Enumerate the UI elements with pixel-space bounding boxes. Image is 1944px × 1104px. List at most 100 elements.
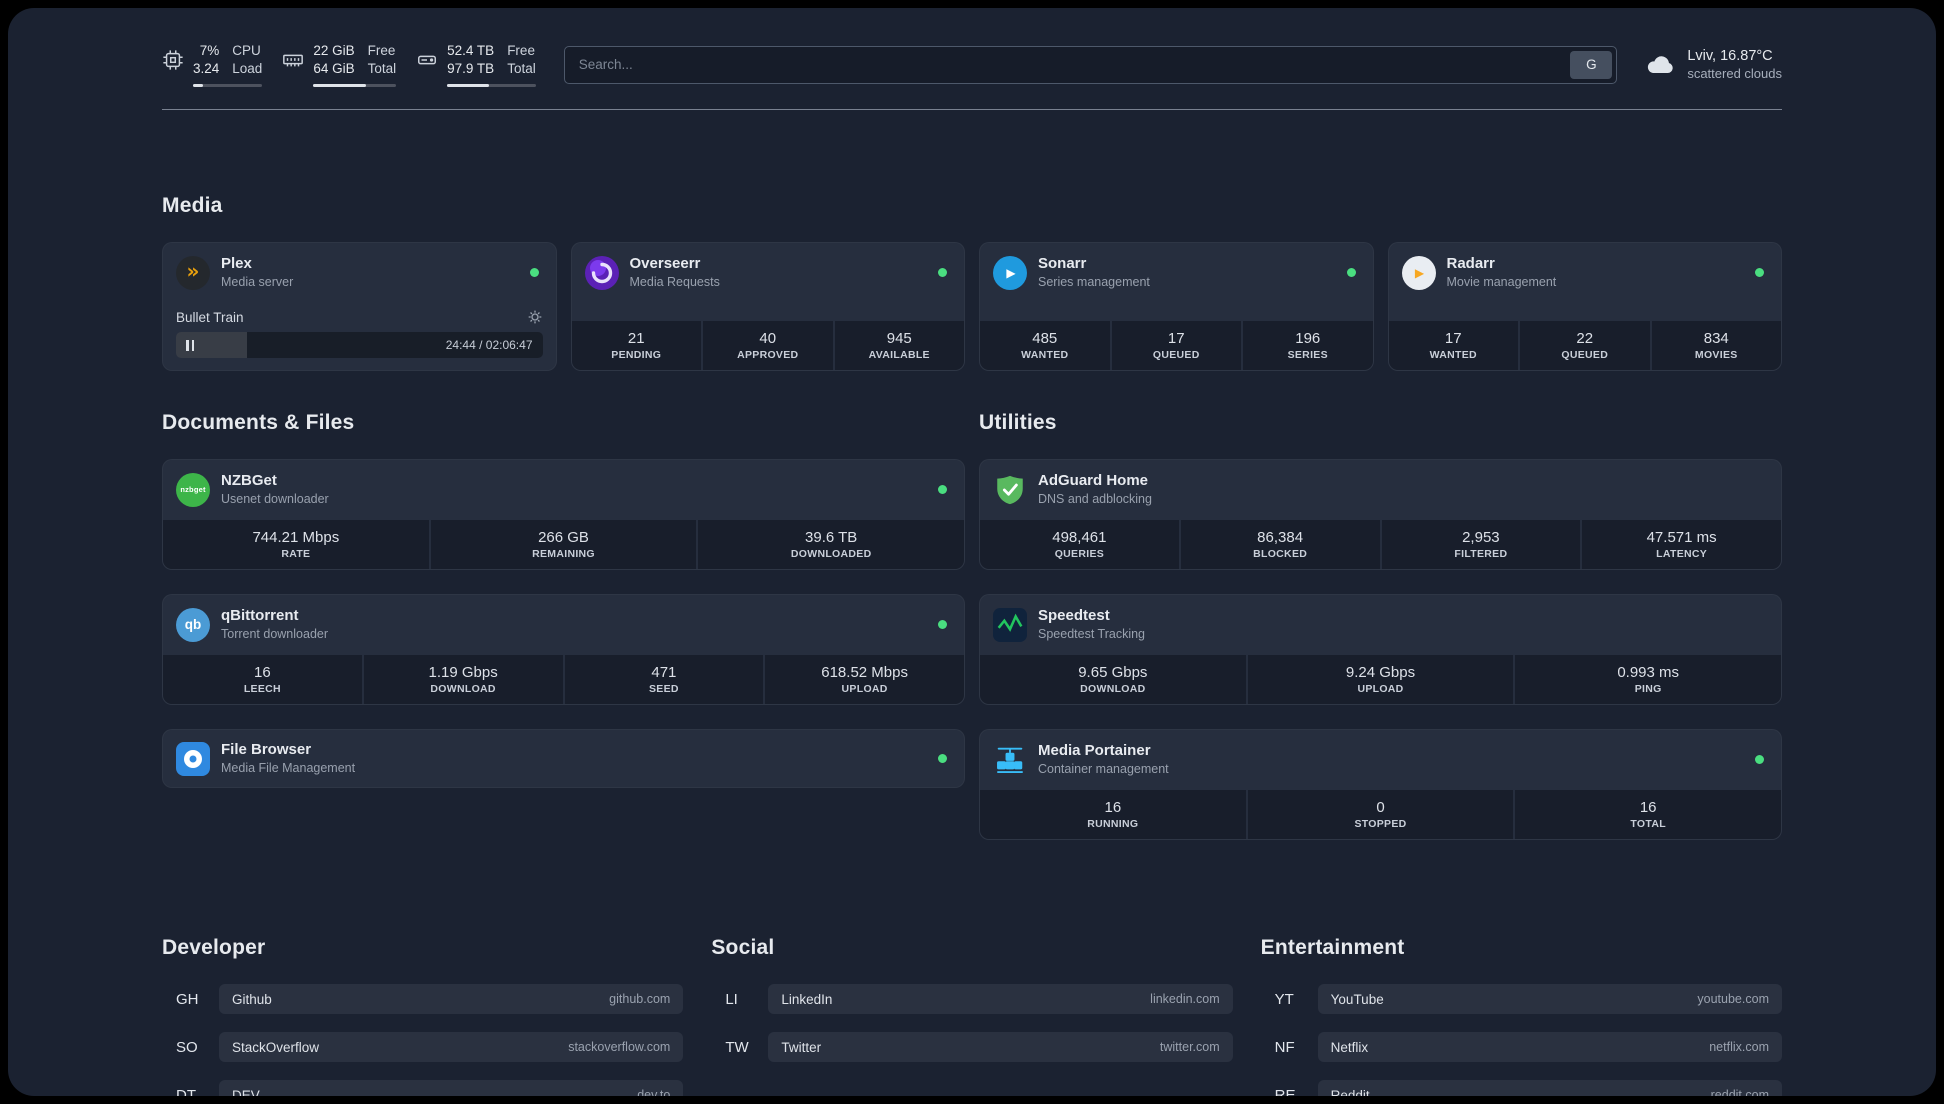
- stat: 21 PENDING: [571, 320, 701, 371]
- service-card-plex[interactable]: » Plex Media server Bullet Train 24:44 /…: [162, 242, 557, 372]
- service-card-adguard[interactable]: AdGuard Home DNS and adblocking 498,461 …: [979, 459, 1782, 571]
- pause-icon[interactable]: [186, 339, 194, 351]
- service-name: Radarr: [1446, 255, 1495, 273]
- bookmark-domain: netflix.com: [1709, 1040, 1769, 1055]
- section-title-utilities: Utilities: [979, 411, 1057, 435]
- bookmark-group-entertainment: Entertainment YT YouTube youtube.com NF …: [1261, 936, 1782, 1096]
- search-input[interactable]: [564, 46, 1567, 83]
- cpu-load: 3.24: [193, 60, 220, 76]
- service-card-sonarr[interactable]: ▶ Sonarr Series management 485 WANTED 17…: [979, 242, 1374, 372]
- stat: 2,953 FILTERED: [1381, 519, 1581, 570]
- now-playing-title: Bullet Train: [176, 309, 244, 325]
- bookmark-abbr: RE: [1274, 1086, 1296, 1096]
- service-name: Media Portainer: [1038, 742, 1151, 760]
- service-subtitle: Usenet downloader: [221, 491, 329, 506]
- section-title-social: Social: [711, 936, 775, 960]
- bookmark-group-developer: Developer GH Github github.com SO StackO…: [162, 936, 684, 1096]
- cpu-percent: 7%: [199, 43, 220, 58]
- cpu-usage-bar: [193, 84, 263, 88]
- service-subtitle: Media server: [221, 274, 294, 289]
- radarr-icon: ▶: [1401, 255, 1436, 290]
- search-provider-button[interactable]: G: [1570, 50, 1613, 79]
- disk-usage-bar: [447, 84, 536, 88]
- bookmark-netflix[interactable]: NF Netflix netflix.com: [1261, 1032, 1782, 1063]
- nzbget-icon: nzbget: [176, 472, 210, 507]
- service-card-nzbget[interactable]: nzbget NZBGet Usenet downloader 744.21 M…: [162, 459, 965, 571]
- status-dot: [938, 268, 947, 278]
- dashboard: 7% 3.24 CPU Load 22 GiB 64 GiB Free Tota…: [8, 8, 1936, 1096]
- bookmark-dev[interactable]: DT DEV dev.to: [162, 1080, 684, 1096]
- bookmark-domain: twitter.com: [1159, 1040, 1220, 1055]
- service-card-qbittorrent[interactable]: qb qBittorrent Torrent downloader 16 LEE…: [162, 594, 965, 706]
- stat: 485 WANTED: [980, 320, 1110, 371]
- status-dot: [1346, 268, 1356, 278]
- memory-usage-bar: [313, 84, 397, 88]
- stat: 16 TOTAL: [1515, 789, 1781, 840]
- bookmark-name: DEV: [232, 1087, 260, 1096]
- stat: 618.52 Mbps UPLOAD: [765, 654, 964, 705]
- stat: 17 QUEUED: [1111, 320, 1241, 371]
- stat: 9.65 Gbps DOWNLOAD: [980, 654, 1246, 705]
- stat: 196 SERIES: [1243, 320, 1373, 371]
- bookmark-twitter[interactable]: TW Twitter twitter.com: [711, 1032, 1233, 1063]
- service-card-overseerr[interactable]: Overseerr Media Requests 21 PENDING 40 A…: [570, 242, 965, 372]
- playback-time: 24:44 / 02:06:47: [445, 338, 533, 353]
- bookmark-reddit[interactable]: RE Reddit reddit.com: [1261, 1080, 1782, 1096]
- stat: 498,461 QUERIES: [980, 519, 1179, 570]
- speedtest-icon: [993, 607, 1027, 642]
- stat: 834 MOVIES: [1651, 320, 1781, 371]
- gear-icon[interactable]: [527, 309, 543, 325]
- disk-widget: 52.4 TB 97.9 TB Free Total: [416, 42, 536, 88]
- service-card-radarr[interactable]: ▶ Radarr Movie management 17 WANTED 22 Q…: [1387, 242, 1782, 372]
- filebrowser-icon: [176, 741, 210, 776]
- status-dot: [938, 485, 947, 495]
- service-name: Speedtest: [1038, 607, 1110, 625]
- memory-icon: [282, 49, 304, 71]
- cpu-icon: [162, 49, 184, 71]
- memory-label-1: Free: [367, 43, 396, 58]
- stat: 40 APPROVED: [703, 320, 833, 371]
- bookmark-domain: github.com: [609, 992, 671, 1007]
- service-card-filebrowser[interactable]: File Browser Media File Management: [162, 729, 965, 789]
- stat: 9.24 Gbps UPLOAD: [1247, 654, 1514, 705]
- bookmark-name: LinkedIn: [781, 991, 833, 1007]
- stat: 39.6 TB DOWNLOADED: [698, 519, 964, 570]
- bookmark-name: Github: [232, 991, 272, 1007]
- disk-usage-fill: [447, 84, 489, 88]
- disk-label-2: Total: [507, 60, 536, 76]
- service-card-speedtest[interactable]: Speedtest Speedtest Tracking 9.65 Gbps D…: [979, 594, 1782, 706]
- section-title-documents: Documents & Files: [162, 411, 355, 435]
- section-utilities: Utilities AdGuard Home DNS and adblockin…: [979, 411, 1782, 864]
- overseerr-icon: [584, 255, 619, 290]
- bookmark-youtube[interactable]: YT YouTube youtube.com: [1261, 984, 1782, 1015]
- stat: 0 STOPPED: [1247, 789, 1514, 840]
- bookmark-abbr: LI: [725, 990, 738, 1008]
- service-card-portainer[interactable]: Media Portainer Container management 16 …: [979, 729, 1782, 841]
- bookmark-name: Twitter: [781, 1039, 822, 1055]
- stat: 471 SEED: [564, 654, 764, 705]
- service-subtitle: Media Requests: [629, 274, 720, 289]
- bookmark-name: Reddit: [1330, 1087, 1370, 1096]
- service-name: NZBGet: [221, 472, 277, 490]
- bookmark-github[interactable]: GH Github github.com: [162, 984, 684, 1015]
- playback-progress-bar[interactable]: 24:44 / 02:06:47: [176, 332, 543, 359]
- search-bar: G: [563, 45, 1618, 84]
- service-subtitle: Speedtest Tracking: [1038, 626, 1146, 641]
- bookmark-linkedin[interactable]: LI LinkedIn linkedin.com: [711, 984, 1233, 1015]
- portainer-icon: [993, 743, 1027, 777]
- cpu-usage-fill: [193, 84, 204, 88]
- bookmark-abbr: NF: [1274, 1038, 1295, 1056]
- weather-widget: Lviv, 16.87°C scattered clouds: [1645, 47, 1782, 83]
- service-subtitle: Series management: [1038, 274, 1150, 289]
- cpu-label-1: CPU: [232, 43, 261, 58]
- section-title-media: Media: [162, 194, 223, 218]
- qbittorrent-icon: qb: [176, 607, 210, 642]
- stat: 16 RUNNING: [980, 789, 1246, 840]
- stat: 16 LEECH: [163, 654, 362, 705]
- plex-icon: »: [176, 255, 210, 290]
- service-name: Plex: [221, 255, 252, 273]
- bookmark-stackoverflow[interactable]: SO StackOverflow stackoverflow.com: [162, 1032, 684, 1063]
- service-subtitle: DNS and adblocking: [1038, 491, 1152, 506]
- section-title-developer: Developer: [162, 936, 266, 960]
- service-name: Sonarr: [1038, 255, 1087, 273]
